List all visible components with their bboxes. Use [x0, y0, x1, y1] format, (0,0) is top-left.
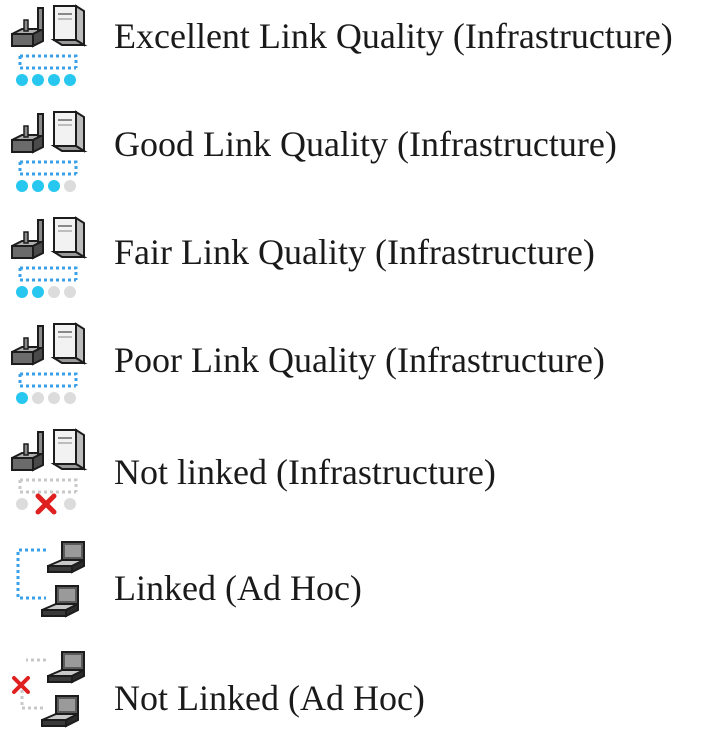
legend-label: Not linked (Infrastructure) [114, 452, 496, 492]
legend-label: Linked (Ad Hoc) [114, 568, 362, 608]
legend-item-fair: Fair Link Quality (Infrastructure) [0, 212, 701, 316]
legend-item-excellent: Excellent Link Quality (Infrastructure) [0, 0, 701, 104]
adhoc-not-linked-icon [8, 650, 108, 754]
legend-item-linked-adhoc: Linked (Ad Hoc) [0, 540, 701, 644]
legend-item-not-linked-infrastructure: Not linked (Infrastructure) [0, 424, 701, 528]
legend-item-good: Good Link Quality (Infrastructure) [0, 106, 701, 210]
link-status-legend: Excellent Link Quality (Infrastructure) [0, 0, 701, 749]
legend-label: Excellent Link Quality (Infrastructure) [114, 16, 673, 56]
infrastructure-link-poor-icon [8, 318, 108, 422]
legend-label: Not Linked (Ad Hoc) [114, 678, 425, 718]
legend-item-poor: Poor Link Quality (Infrastructure) [0, 318, 701, 422]
infrastructure-not-linked-icon [8, 424, 108, 528]
infrastructure-link-excellent-icon [8, 0, 108, 104]
legend-label: Fair Link Quality (Infrastructure) [114, 232, 595, 272]
legend-item-not-linked-adhoc: Not Linked (Ad Hoc) [0, 650, 701, 754]
legend-label: Poor Link Quality (Infrastructure) [114, 340, 605, 380]
infrastructure-link-fair-icon [8, 212, 108, 316]
legend-label: Good Link Quality (Infrastructure) [114, 124, 617, 164]
adhoc-linked-icon [8, 540, 108, 644]
infrastructure-link-good-icon [8, 106, 108, 210]
